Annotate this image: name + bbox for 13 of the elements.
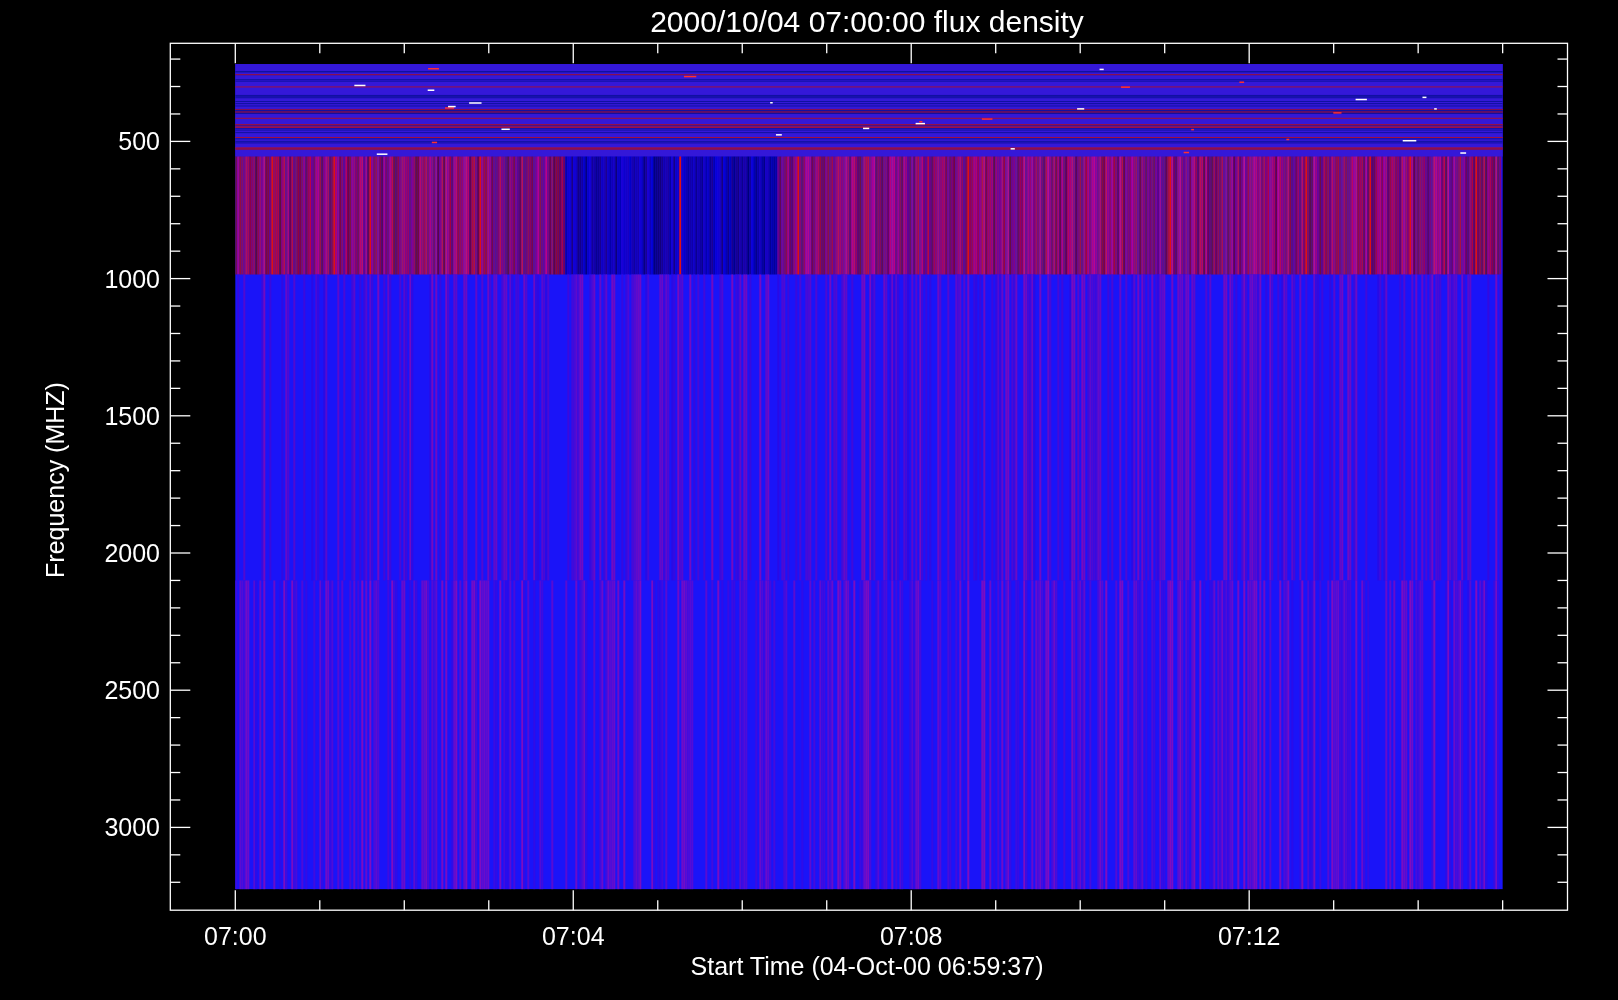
tick-label: 07:00 <box>204 922 267 950</box>
plot-title: 2000/10/04 07:00:00 flux density <box>650 5 1084 38</box>
axis-label: Start Time (04-Oct-00 06:59:37) <box>690 952 1044 980</box>
tick-label: 07:12 <box>1217 922 1281 950</box>
tick-label: 1500 <box>104 401 160 430</box>
tick-label: 07:08 <box>879 922 943 950</box>
tick-label: 07:04 <box>542 922 605 950</box>
tick-label: 500 <box>118 127 160 156</box>
tick-label: 2500 <box>104 676 160 705</box>
tick-label: 1000 <box>104 264 160 293</box>
tick-label: 3000 <box>104 813 160 842</box>
axis-label: Frequency (MHZ) <box>41 382 69 578</box>
tick-label: 2000 <box>104 539 160 567</box>
